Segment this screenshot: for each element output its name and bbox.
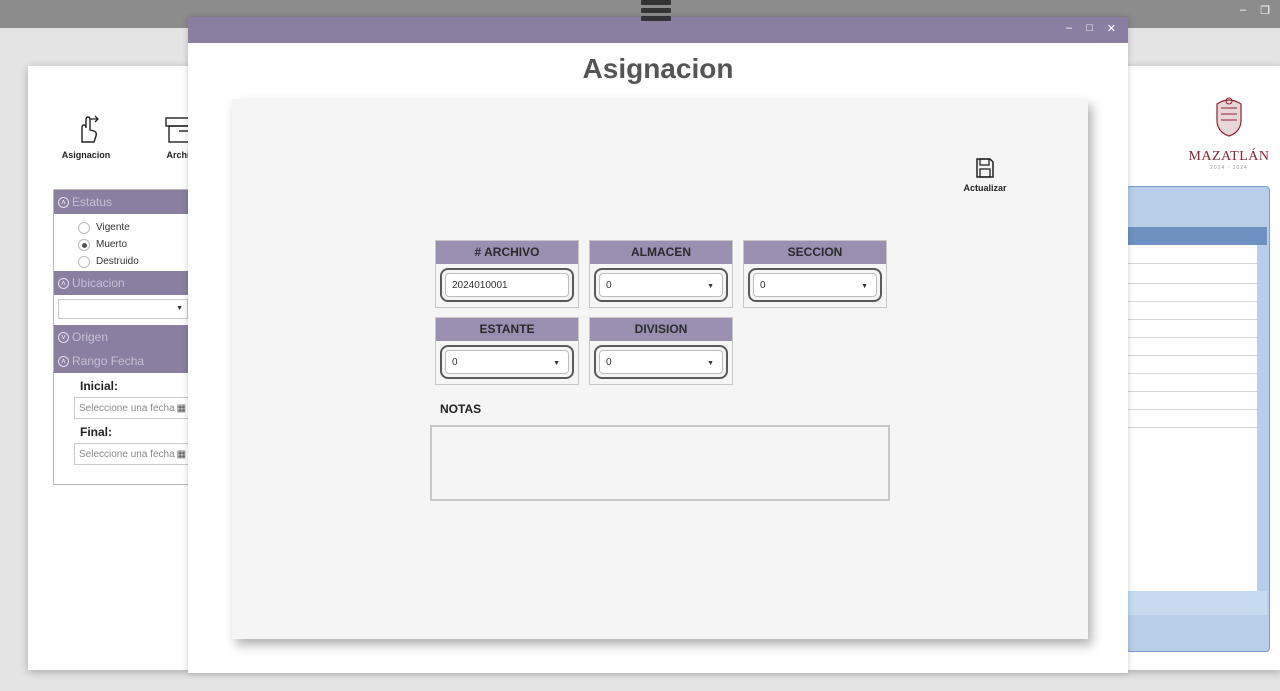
seccion-label: SECCION (744, 241, 886, 264)
estatus-header[interactable]: ˄ Estatus (54, 190, 192, 214)
outer-restore-icon[interactable]: ❐ (1260, 4, 1270, 17)
grid-line (1127, 409, 1257, 410)
logo-text: MAZATLÁN (1188, 149, 1270, 164)
collapse-up-icon: ˄ (58, 196, 69, 208)
chevron-down-icon[interactable]: ▼ (861, 283, 868, 290)
calendar-icon[interactable]: ▦ (177, 449, 186, 460)
almacen-field: ALMACEN 0 ▼ (589, 240, 733, 308)
results-grid[interactable] (1127, 245, 1257, 591)
almacen-select[interactable]: 0 ▼ (599, 273, 723, 297)
seccion-value: 0 (760, 279, 766, 291)
chevron-down-icon[interactable]: ▼ (707, 360, 714, 367)
actualizar-button[interactable]: Actualizar (955, 157, 1015, 193)
estante-value: 0 (452, 356, 458, 368)
estatus-header-label: Estatus (72, 195, 113, 209)
seccion-select-frame: 0 ▼ (748, 268, 882, 302)
almacen-select-frame: 0 ▼ (594, 268, 728, 302)
archivo-field: # ARCHIVO 2024010001 (435, 240, 579, 308)
ubicacion-header[interactable]: ˄ Ubicacion (54, 271, 192, 295)
results-header-bar (1127, 227, 1267, 245)
radio-destruido[interactable]: Destruido (54, 253, 192, 270)
rango-fecha-header-label: Rango Fecha (72, 354, 145, 368)
origen-header[interactable]: ˅ Origen (54, 325, 192, 349)
grid-line (1127, 319, 1257, 320)
final-placeholder: Seleccione una fecha (79, 448, 175, 460)
seccion-select[interactable]: 0 ▼ (753, 273, 877, 297)
estante-label: ESTANTE (436, 318, 578, 341)
chevron-down-icon[interactable]: ▼ (707, 283, 714, 290)
division-field: DIVISION 0 ▼ (589, 317, 733, 385)
division-select-frame: 0 ▼ (594, 345, 728, 379)
grid-line (1127, 301, 1257, 302)
results-panel (1126, 186, 1270, 652)
save-icon (976, 158, 994, 178)
actualizar-label: Actualizar (963, 183, 1007, 193)
calendar-icon[interactable]: ▦ (177, 403, 186, 414)
archivo-input-frame: 2024010001 (440, 268, 574, 302)
radio-muerto[interactable]: Muerto (54, 236, 192, 253)
radio-vigente[interactable]: Vigente (54, 219, 192, 236)
origen-header-label: Origen (72, 330, 109, 344)
division-select[interactable]: 0 ▼ (599, 350, 723, 374)
maximize-icon[interactable]: □ (1086, 22, 1093, 35)
logo-subtext: 2024 · 2024 (1210, 165, 1248, 171)
radio-circle-selected[interactable] (78, 238, 90, 251)
expand-down-icon: ˅ (58, 331, 69, 343)
dialog-window-controls: – □ ✕ (1066, 22, 1116, 35)
seccion-field: SECCION 0 ▼ (743, 240, 887, 308)
radio-circle[interactable] (78, 221, 90, 234)
collapse-up-icon: ˄ (58, 355, 69, 367)
results-footer (1127, 591, 1267, 615)
almacen-value: 0 (606, 279, 612, 291)
grid-line (1127, 373, 1257, 374)
inicial-date-picker[interactable]: Seleccione una fecha ▦ (74, 397, 192, 419)
grid-line (1127, 391, 1257, 392)
dialog-titlebar[interactable]: – □ ✕ (188, 0, 1128, 43)
notas-label: NOTAS (440, 402, 482, 416)
estante-select-frame: 0 ▼ (440, 345, 574, 379)
toolbar-archivo-label: Archi (166, 150, 190, 160)
estante-field: ESTANTE 0 ▼ (435, 317, 579, 385)
close-icon[interactable]: ✕ (1107, 22, 1116, 35)
collapse-up-icon: ˄ (58, 277, 69, 289)
rango-fecha-header[interactable]: ˄ Rango Fecha (54, 349, 192, 373)
hand-pointer-icon (81, 115, 99, 143)
grid-line (1127, 337, 1257, 338)
outer-minimize-icon[interactable]: – (1240, 4, 1246, 17)
notas-textarea[interactable] (430, 425, 890, 501)
outer-window-controls: – ❐ (1240, 4, 1270, 17)
minimize-icon[interactable]: – (1066, 22, 1072, 35)
radio-circle[interactable] (78, 255, 90, 268)
crest-icon (1216, 97, 1242, 137)
assignment-form-card: Actualizar # ARCHIVO 2024010001 ALMACEN … (232, 99, 1088, 639)
radio-label: Vigente (96, 222, 130, 233)
grid-line (1127, 355, 1257, 356)
radio-label: Destruido (96, 256, 139, 267)
final-label: Final: (80, 425, 112, 439)
chevron-down-icon[interactable]: ▼ (553, 360, 560, 367)
grid-line (1127, 283, 1257, 284)
grid-line (1127, 263, 1257, 264)
radio-label: Muerto (96, 239, 128, 250)
estante-select[interactable]: 0 ▼ (445, 350, 569, 374)
chevron-down-icon: ▼ (176, 305, 183, 312)
toolbar-asignacion-button[interactable]: Asignacion (60, 114, 112, 160)
inicial-placeholder: Seleccione una fecha (79, 402, 175, 414)
ubicacion-header-label: Ubicacion (72, 276, 125, 290)
division-label: DIVISION (590, 318, 732, 341)
toolbar-asignacion-label: Asignacion (61, 150, 111, 160)
ubicacion-select[interactable]: ▼ (58, 299, 188, 319)
drag-handle-icon[interactable] (641, 0, 671, 26)
final-date-picker[interactable]: Seleccione una fecha ▦ (74, 443, 192, 465)
filter-panel: ˄ Estatus Vigente Muerto Destruido ˄ Ubi… (53, 189, 193, 485)
inicial-label: Inicial: (80, 379, 119, 393)
grid-line (1127, 427, 1257, 428)
mazatlan-logo: MAZATLÁN 2024 · 2024 (1184, 94, 1274, 171)
archivo-input[interactable]: 2024010001 (445, 273, 569, 297)
division-value: 0 (606, 356, 612, 368)
almacen-label: ALMACEN (590, 241, 732, 264)
archivo-label: # ARCHIVO (436, 241, 578, 264)
asignacion-dialog: – □ ✕ Asignacion Actualizar # ARCHIVO 20… (188, 0, 1128, 673)
dialog-title: Asignacion (582, 53, 734, 84)
